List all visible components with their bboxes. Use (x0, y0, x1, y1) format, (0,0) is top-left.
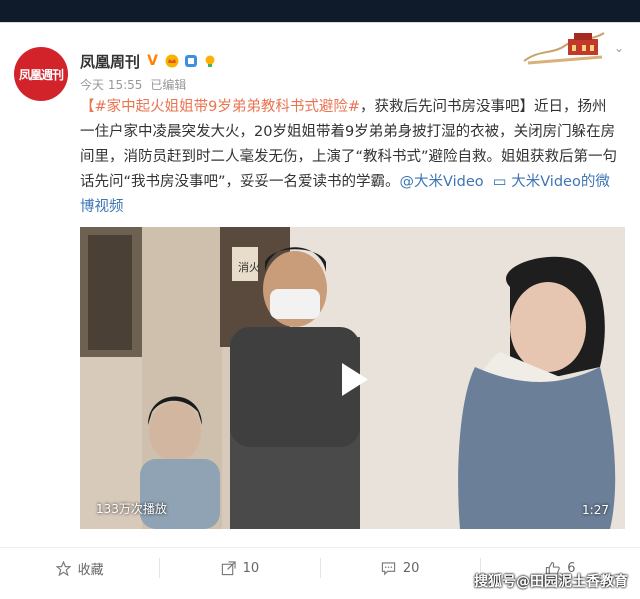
great-wall-decoration-icon (523, 32, 605, 65)
hashtag-link[interactable]: 【#家中起火姐姐带9岁弟弟教科书式避险# (80, 99, 360, 115)
video-player[interactable]: 消火 133万次播放 1:27 (80, 227, 625, 529)
crown-badge-icon[interactable] (165, 54, 179, 68)
video-duration: 1:27 (582, 503, 609, 517)
watermark: 搜狐号@田园泥土香教育 (474, 574, 628, 590)
post-time[interactable]: 今天 15:55 (80, 76, 142, 93)
repost-count: 10 (242, 560, 260, 576)
top-bar (0, 0, 640, 22)
comment-button[interactable]: 20 (321, 548, 480, 588)
repost-button[interactable]: 10 (160, 548, 319, 588)
post-text: 【#家中起火姐姐带9岁弟弟教科书式避险#，获救后先问书房没事吧】近日，扬州一住户… (80, 95, 620, 220)
account-name[interactable]: 凤凰周刊 (80, 51, 140, 72)
comment-icon (381, 561, 395, 575)
comment-count: 20 (402, 560, 420, 576)
favorite-button[interactable]: 收藏 (0, 548, 159, 588)
weibo-post-card: 凤凰週刊 凤凰周刊 V 今天 15:55 已编辑 ⌄ 【#家中起火姐姐带9岁弟弟… (0, 22, 640, 599)
repost-icon (221, 560, 236, 575)
play-icon[interactable] (330, 357, 375, 402)
edited-label: 已编辑 (150, 78, 187, 92)
v-verified-icon[interactable]: V (145, 53, 160, 69)
play-count: 133万次播放 (96, 502, 167, 516)
bulb-badge-icon[interactable] (203, 54, 217, 68)
post-meta: 今天 15:55 已编辑 (80, 76, 186, 93)
star-icon (55, 560, 71, 576)
member-badge-icon[interactable] (184, 54, 198, 68)
account-row: 凤凰周刊 V (80, 51, 217, 71)
video-link-icon: ▭ (492, 174, 507, 190)
favorite-label: 收藏 (77, 562, 104, 578)
video-sign-text: 消火 (238, 260, 260, 274)
mention-link[interactable]: @大米Video (400, 174, 484, 190)
chevron-down-icon[interactable]: ⌄ (614, 41, 626, 55)
avatar[interactable]: 凤凰週刊 (14, 47, 68, 101)
